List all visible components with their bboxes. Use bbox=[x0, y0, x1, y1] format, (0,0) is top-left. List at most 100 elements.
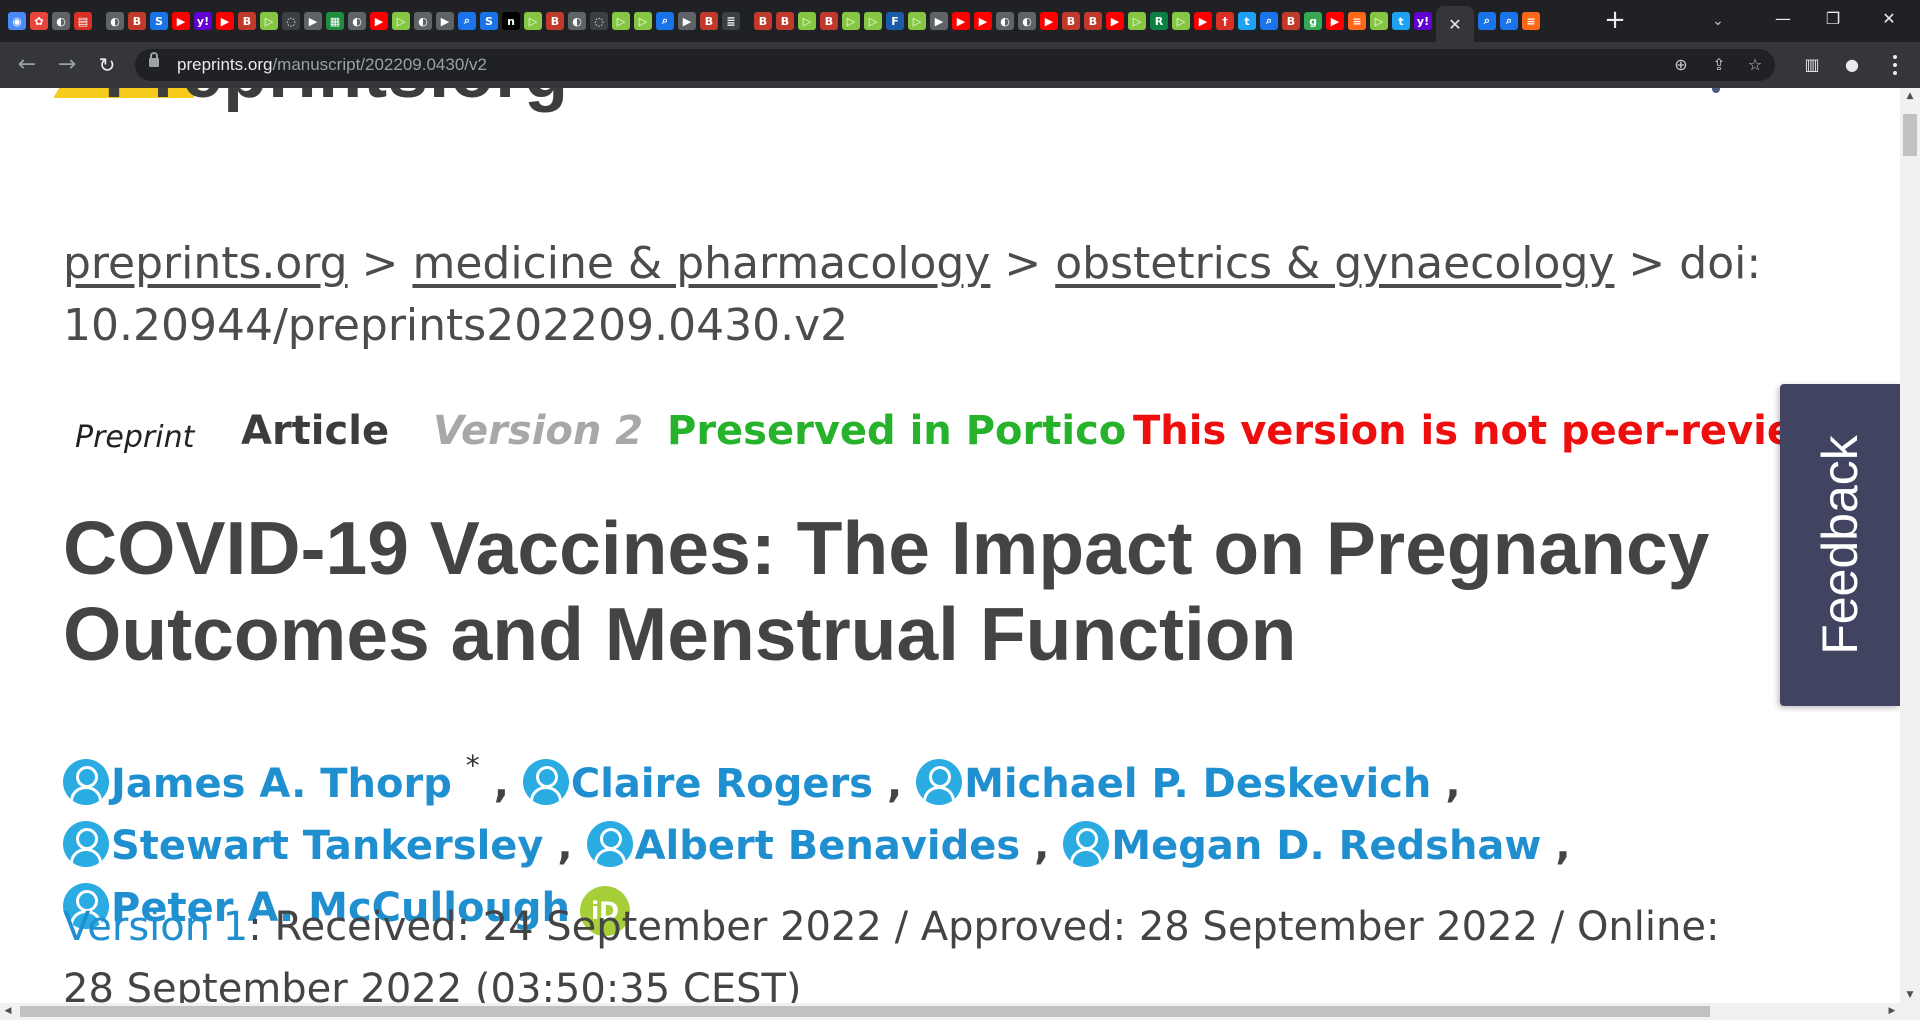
scroll-up-arrow-icon[interactable]: ▲ bbox=[1900, 88, 1920, 104]
back-button[interactable]: ← bbox=[12, 50, 42, 80]
youtube-icon[interactable]: ▶ bbox=[216, 12, 234, 30]
rumble-icon[interactable]: ▷ bbox=[798, 12, 816, 30]
b-icon[interactable]: B bbox=[754, 12, 772, 30]
youtube-icon[interactable]: ▶ bbox=[974, 12, 992, 30]
r-icon[interactable]: R bbox=[1150, 12, 1168, 30]
badge-portico[interactable]: Preserved in Portico bbox=[667, 408, 1126, 454]
breadcrumb-link-home[interactable]: preprints.org bbox=[63, 238, 348, 289]
substack-icon[interactable]: ≡ bbox=[1348, 12, 1366, 30]
horizontal-scrollbar[interactable]: ◀ ▶ bbox=[0, 1003, 1920, 1020]
settings-icon[interactable]: ◐ bbox=[348, 12, 366, 30]
address-bar[interactable]: preprints.org/manuscript/202209.0430/v2 … bbox=[135, 49, 1775, 81]
reload-button[interactable]: ↻ bbox=[92, 50, 122, 80]
rumble-icon[interactable]: ▷ bbox=[1128, 12, 1146, 30]
new-tab-button[interactable]: + bbox=[1600, 6, 1630, 36]
author-link[interactable]: Claire Rogers bbox=[522, 759, 873, 807]
zoom-icon[interactable]: ⊕ bbox=[1669, 53, 1693, 77]
s-icon[interactable]: S bbox=[480, 12, 498, 30]
forward-button[interactable]: → bbox=[52, 50, 82, 80]
share-icon[interactable]: ⇪ bbox=[1707, 53, 1731, 77]
rumble-icon[interactable]: ▷ bbox=[524, 12, 542, 30]
b-icon[interactable]: B bbox=[1084, 12, 1102, 30]
n-icon[interactable]: n bbox=[502, 12, 520, 30]
rumble-icon[interactable]: ▷ bbox=[1370, 12, 1388, 30]
notes-icon[interactable]: ≣ bbox=[722, 12, 740, 30]
g-icon[interactable]: g bbox=[1304, 12, 1322, 30]
yahoo-icon[interactable]: y! bbox=[1414, 12, 1432, 30]
b-icon[interactable]: B bbox=[1282, 12, 1300, 30]
scroll-down-arrow-icon[interactable]: ▼ bbox=[1900, 987, 1920, 1003]
settings-icon[interactable]: ◐ bbox=[414, 12, 432, 30]
side-panel-icon[interactable]: ▥ bbox=[1800, 53, 1824, 77]
shield-icon[interactable]: ◌ bbox=[282, 12, 300, 30]
author-link[interactable]: Stewart Tankersley bbox=[63, 821, 543, 869]
vertical-scroll-thumb[interactable] bbox=[1903, 114, 1917, 156]
breadcrumb-link-obstetrics[interactable]: obstetrics & gynaecology bbox=[1055, 238, 1614, 289]
youtube-icon[interactable]: ▶ bbox=[1106, 12, 1124, 30]
youtube-icon[interactable]: ▶ bbox=[952, 12, 970, 30]
b-icon[interactable]: B bbox=[1062, 12, 1080, 30]
fda-icon[interactable]: F bbox=[886, 12, 904, 30]
search-icon[interactable]: ⌕ bbox=[1500, 12, 1518, 30]
play-icon[interactable]: ▶ bbox=[678, 12, 696, 30]
rumble-icon[interactable]: ▷ bbox=[634, 12, 652, 30]
twitter-icon[interactable]: t bbox=[1392, 12, 1410, 30]
search-icon[interactable]: ⌕ bbox=[458, 12, 476, 30]
youtube-icon[interactable]: ▶ bbox=[1040, 12, 1058, 30]
youtube-icon[interactable]: ▶ bbox=[1194, 12, 1212, 30]
twitter-icon[interactable]: t bbox=[1238, 12, 1256, 30]
author-link[interactable]: Albert Benavides bbox=[586, 821, 1020, 869]
youtube-icon[interactable]: ▶ bbox=[1326, 12, 1344, 30]
rumble-icon[interactable]: ▷ bbox=[908, 12, 926, 30]
youtube-icon[interactable]: ▶ bbox=[370, 12, 388, 30]
play-icon[interactable]: ▶ bbox=[930, 12, 948, 30]
close-window-button[interactable]: ✕ bbox=[1866, 0, 1912, 38]
lock-icon[interactable] bbox=[149, 52, 159, 67]
version-1-link[interactable]: Version 1 bbox=[63, 904, 248, 950]
active-tab-close-icon[interactable]: ✕ bbox=[1436, 6, 1474, 42]
substack-icon[interactable]: ≡ bbox=[1522, 12, 1540, 30]
play-icon[interactable]: ▶ bbox=[436, 12, 454, 30]
settings-icon[interactable]: ◐ bbox=[52, 12, 70, 30]
b-icon[interactable]: B bbox=[700, 12, 718, 30]
author-link[interactable]: James A. Thorp bbox=[63, 759, 452, 807]
settings-icon[interactable]: ◐ bbox=[996, 12, 1014, 30]
yahoo-icon[interactable]: y! bbox=[194, 12, 212, 30]
b-icon[interactable]: B bbox=[128, 12, 146, 30]
search-icon[interactable]: ⌕ bbox=[656, 12, 674, 30]
s-icon[interactable]: S bbox=[150, 12, 168, 30]
pinwheel-icon[interactable]: ✿ bbox=[30, 12, 48, 30]
menu-toggle-icon[interactable] bbox=[1712, 88, 1720, 93]
rumble-icon[interactable]: ▷ bbox=[392, 12, 410, 30]
rumble-icon[interactable]: ▷ bbox=[842, 12, 860, 30]
settings-icon[interactable]: ◐ bbox=[106, 12, 124, 30]
profile-icon[interactable]: ● bbox=[1840, 53, 1864, 77]
horizontal-scroll-thumb[interactable] bbox=[20, 1006, 1710, 1017]
vertical-scrollbar[interactable]: ▲ ▼ bbox=[1900, 88, 1920, 1003]
tab-search-button[interactable]: ⌄ bbox=[1705, 8, 1731, 34]
doc-icon[interactable]: ▦ bbox=[326, 12, 344, 30]
shield-icon[interactable]: ◌ bbox=[590, 12, 608, 30]
b-icon[interactable]: B bbox=[776, 12, 794, 30]
settings-icon[interactable]: ◐ bbox=[1018, 12, 1036, 30]
url-text[interactable]: preprints.org/manuscript/202209.0430/v2 bbox=[177, 49, 487, 81]
b-icon[interactable]: B bbox=[820, 12, 838, 30]
feedback-button[interactable]: Feedback bbox=[1780, 384, 1900, 706]
author-link[interactable]: Michael P. Deskevich bbox=[916, 759, 1431, 807]
breadcrumb-link-medicine[interactable]: medicine & pharmacology bbox=[412, 238, 990, 289]
browser-menu-icon[interactable] bbox=[1885, 53, 1905, 77]
rumble-icon[interactable]: ▷ bbox=[1172, 12, 1190, 30]
settings-icon[interactable]: ◐ bbox=[568, 12, 586, 30]
author-link[interactable]: Megan D. Redshaw bbox=[1063, 821, 1541, 869]
scroll-left-arrow-icon[interactable]: ◀ bbox=[0, 1003, 16, 1020]
minimize-button[interactable]: — bbox=[1760, 0, 1806, 38]
scroll-right-arrow-icon[interactable]: ▶ bbox=[1884, 1003, 1900, 1020]
search-icon[interactable]: ⌕ bbox=[1478, 12, 1496, 30]
search-icon[interactable]: ⌕ bbox=[1260, 12, 1278, 30]
maximize-button[interactable]: ❐ bbox=[1810, 0, 1856, 38]
rumble-icon[interactable]: ▷ bbox=[260, 12, 278, 30]
play-icon[interactable]: ▶ bbox=[304, 12, 322, 30]
bookmark-star-icon[interactable]: ☆ bbox=[1743, 53, 1767, 77]
rumble-icon[interactable]: ▷ bbox=[612, 12, 630, 30]
b-icon[interactable]: B bbox=[546, 12, 564, 30]
